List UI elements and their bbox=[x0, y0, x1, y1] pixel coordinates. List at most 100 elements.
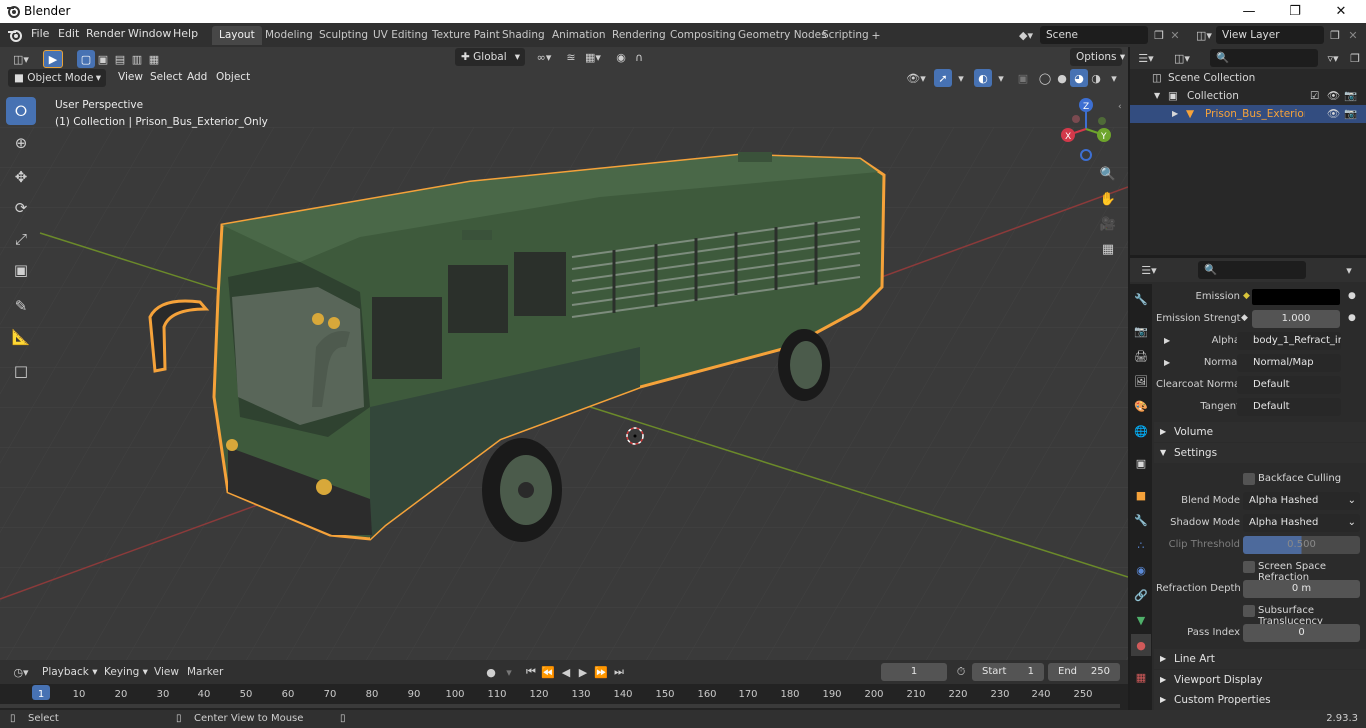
sidebar-toggle-icon[interactable]: ‹ bbox=[1118, 102, 1122, 112]
add-cube-tool-icon[interactable]: □ bbox=[6, 357, 36, 385]
filter-icon[interactable]: ▿▾ bbox=[1320, 49, 1346, 67]
remove-scene-icon[interactable]: ✕ bbox=[1166, 26, 1184, 44]
jump-to-next-keyframe-icon[interactable]: ⏩ bbox=[592, 663, 610, 681]
options-dropdown[interactable]: Options ▾ bbox=[1070, 48, 1125, 66]
transform-tool-icon[interactable]: ▣ bbox=[6, 256, 36, 284]
menu-render[interactable]: Render bbox=[86, 27, 125, 40]
render-camera-icon[interactable]: 📷 bbox=[1344, 87, 1357, 105]
measure-tool-icon[interactable]: 📐 bbox=[6, 323, 36, 351]
menu-edit[interactable]: Edit bbox=[58, 27, 79, 40]
close-button[interactable]: ✕ bbox=[1318, 0, 1364, 23]
output-tab-icon[interactable]: 🖨 bbox=[1131, 345, 1151, 367]
view-layer-tab-icon[interactable]: 🖼 bbox=[1131, 370, 1151, 392]
view-layer-field[interactable]: View Layer bbox=[1216, 26, 1324, 44]
xray-toggle-icon[interactable]: ▣ bbox=[1014, 69, 1032, 87]
proportional-falloff-icon[interactable]: ∩ bbox=[630, 48, 648, 66]
rendered-shading-icon[interactable]: ◑ bbox=[1087, 69, 1105, 87]
emission-color-swatch[interactable] bbox=[1252, 289, 1340, 305]
playback-menu[interactable]: Playback ▾ bbox=[38, 663, 97, 681]
scale-tool-icon[interactable]: ⤢ bbox=[6, 225, 36, 253]
render-camera-icon[interactable]: 📷 bbox=[1344, 105, 1357, 123]
expand-arrow-icon[interactable]: ▼ bbox=[1154, 87, 1160, 105]
exclude-checkbox-icon[interactable]: ☑ bbox=[1310, 87, 1319, 105]
maximize-button[interactable]: ❐ bbox=[1272, 0, 1318, 23]
alpha-input-field[interactable]: body_1_Refract_inv... bbox=[1237, 332, 1341, 350]
visibility-eye-icon[interactable]: 👁 bbox=[1327, 105, 1340, 123]
3d-viewport[interactable]: ◫▾ ▶ ▢ ▣ ▤ ▥ ▦ ✚ Global ▾ ∞▾ ≊ ▦▾ ◉ ∩ Op… bbox=[0, 47, 1128, 660]
data-tab-icon[interactable]: ▼ bbox=[1131, 609, 1151, 631]
pass-index-field[interactable]: 0 bbox=[1243, 624, 1360, 642]
select-extend-icon[interactable]: ▣ bbox=[94, 50, 112, 68]
line-art-section-header[interactable]: ▶ Line Art bbox=[1154, 649, 1366, 669]
gizmo-menu-icon[interactable]: ▾ bbox=[952, 69, 970, 87]
properties-search-input[interactable]: 🔍 bbox=[1198, 261, 1306, 279]
object-tab-icon[interactable]: ■ bbox=[1131, 484, 1151, 506]
new-collection-icon[interactable]: ❐ bbox=[1346, 49, 1364, 67]
play-icon[interactable]: ▶ bbox=[574, 663, 592, 681]
collection-tab-icon[interactable]: ▣ bbox=[1131, 452, 1151, 474]
keyframe-dot-icon[interactable]: ● bbox=[1348, 313, 1356, 323]
menu-add[interactable]: Add bbox=[187, 71, 207, 83]
select-new-icon[interactable]: ▢ bbox=[77, 50, 95, 68]
new-view-layer-icon[interactable]: ❐ bbox=[1326, 26, 1344, 44]
texture-tab-icon[interactable]: ▦ bbox=[1131, 666, 1151, 688]
zoom-icon[interactable]: 🔍 bbox=[1098, 164, 1118, 184]
shadow-mode-dropdown[interactable]: Alpha Hashed ⌄ bbox=[1243, 514, 1360, 532]
viewport-display-section-header[interactable]: ▶ Viewport Display bbox=[1154, 670, 1366, 690]
outliner-row-prison-bus[interactable]: ▶ ▼ Prison_Bus_Exterior_Only 👁 📷 bbox=[1130, 105, 1366, 123]
outliner-editor-type-icon[interactable]: ☰▾ bbox=[1134, 49, 1158, 67]
perspective-toggle-icon[interactable]: ▦ bbox=[1098, 239, 1118, 259]
menu-select[interactable]: Select bbox=[150, 71, 182, 83]
proportional-editing-icon[interactable]: ◉ bbox=[612, 48, 630, 66]
pan-hand-icon[interactable]: ✋ bbox=[1098, 189, 1118, 209]
scene-name-field[interactable]: Scene bbox=[1040, 26, 1148, 44]
custom-properties-section-header[interactable]: ▶ Custom Properties bbox=[1154, 690, 1366, 710]
navigation-gizmo[interactable]: Z X Y bbox=[1058, 97, 1118, 161]
timeline-menu-view[interactable]: View bbox=[154, 666, 179, 678]
wireframe-shading-icon[interactable]: ◯ bbox=[1036, 69, 1054, 87]
shading-menu-icon[interactable]: ▾ bbox=[1105, 69, 1123, 87]
keyframe-dot-icon[interactable]: ● bbox=[1348, 291, 1356, 301]
select-intersect-icon[interactable]: ▦ bbox=[145, 50, 163, 68]
auto-keying-icon[interactable]: ● bbox=[482, 663, 500, 681]
material-tab-icon[interactable]: ● bbox=[1131, 634, 1151, 656]
tab-layout[interactable]: Layout bbox=[212, 26, 262, 45]
menu-object[interactable]: Object bbox=[216, 71, 250, 83]
select-tool-icon[interactable]: ▶ bbox=[43, 50, 63, 68]
physics-tab-icon[interactable]: ◉ bbox=[1131, 559, 1151, 581]
mode-dropdown[interactable]: ■ Object Mode ▾ bbox=[8, 69, 106, 87]
properties-editor-type-icon[interactable]: ☰▾ bbox=[1136, 261, 1162, 279]
settings-section-header[interactable]: ▼ Settings bbox=[1154, 443, 1366, 463]
world-tab-icon[interactable]: 🌐 bbox=[1131, 420, 1151, 442]
current-frame-field[interactable]: 1 bbox=[881, 663, 947, 681]
menu-window[interactable]: Window bbox=[128, 27, 171, 40]
render-tab-icon[interactable]: 📷 bbox=[1131, 320, 1151, 342]
tab-modeling[interactable]: Modeling bbox=[258, 26, 320, 45]
visibility-eye-icon[interactable]: 👁 bbox=[1327, 87, 1340, 105]
annotate-tool-icon[interactable]: ✎ bbox=[6, 292, 36, 320]
menu-help[interactable]: Help bbox=[173, 27, 198, 40]
clip-threshold-slider[interactable]: 0.500 bbox=[1243, 536, 1360, 554]
start-frame-field[interactable]: Start 1 bbox=[972, 663, 1044, 681]
rotate-tool-icon[interactable]: ⟳ bbox=[6, 194, 36, 222]
add-workspace-icon[interactable]: + bbox=[867, 26, 885, 44]
select-subtract-icon[interactable]: ▤ bbox=[111, 50, 129, 68]
cursor-tool-icon[interactable]: ⊕ bbox=[6, 129, 36, 157]
outliner-search-input[interactable]: 🔍 bbox=[1210, 49, 1318, 67]
play-reverse-icon[interactable]: ◀ bbox=[557, 663, 575, 681]
camera-view-icon[interactable]: 🎥 bbox=[1098, 214, 1118, 234]
material-preview-icon[interactable]: ◕ bbox=[1070, 69, 1088, 87]
timeline-scrollbar[interactable] bbox=[0, 704, 1120, 708]
jump-to-start-icon[interactable]: ⏮ bbox=[522, 663, 540, 681]
snap-target-icon[interactable]: ▦▾ bbox=[580, 48, 606, 66]
normal-input-field[interactable]: Normal/Map bbox=[1237, 354, 1341, 372]
minimize-button[interactable]: — bbox=[1226, 0, 1272, 23]
jump-to-end-icon[interactable]: ⏭ bbox=[610, 663, 628, 681]
clearcoat-normal-field[interactable]: Default bbox=[1237, 376, 1341, 394]
menu-file[interactable]: File bbox=[31, 27, 49, 40]
overlay-toggle-icon[interactable]: ◐ bbox=[974, 69, 992, 87]
emission-strength-field[interactable]: 1.000 bbox=[1252, 310, 1340, 328]
keying-set-icon[interactable]: ▾ bbox=[500, 663, 518, 681]
move-tool-icon[interactable]: ✥ bbox=[6, 163, 36, 191]
end-frame-field[interactable]: End 250 bbox=[1048, 663, 1120, 681]
